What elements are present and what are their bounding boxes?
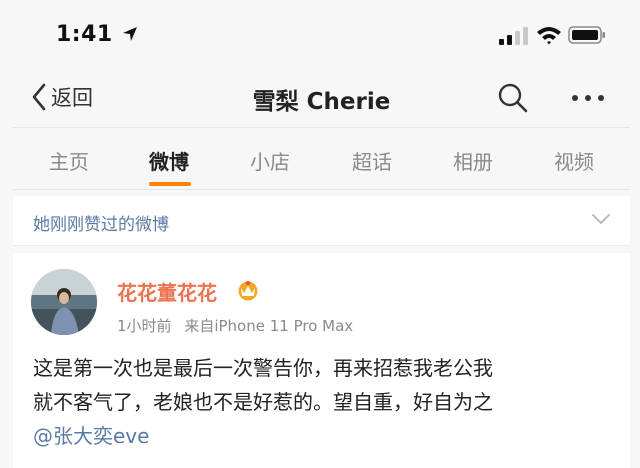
post-time: 1小时前 — [117, 317, 172, 335]
back-label: 返回 — [51, 86, 93, 110]
post-text-line: 这是第一次也是最后一次警告你，再来招惹我老公我 — [33, 356, 493, 380]
post-text: 这是第一次也是最后一次警告你，再来招惹我老公我 就不客气了，老娘也不是好惹的。望… — [33, 351, 618, 453]
wifi-icon — [537, 27, 561, 45]
tab-weibo[interactable]: 微博 — [149, 146, 189, 175]
post-source: 来自iPhone 11 Pro Max — [184, 317, 354, 335]
post-text-line: 就不客气了，老娘也不是好惹的。望自重，好自为之 — [33, 390, 493, 414]
status-bar: 1:41 — [13, 0, 630, 68]
post-username[interactable]: 花花董花花 — [117, 277, 217, 306]
active-tab-indicator — [149, 182, 191, 186]
back-button[interactable]: 返回 — [31, 80, 93, 114]
post-meta: 1小时前 来自iPhone 11 Pro Max — [117, 315, 353, 336]
vip-crown-icon — [238, 281, 258, 301]
location-arrow-icon — [123, 27, 137, 41]
back-chevron-icon — [32, 83, 46, 111]
signal-icon — [499, 27, 528, 45]
status-time: 1:41 — [56, 22, 113, 47]
weibo-post: 花花董花花 1小时前 来自iPhone 11 Pro Max 这是第一次也是最后… — [13, 253, 630, 468]
profile-tabs: 主页 微博 小店 超话 相册 视频 — [13, 129, 630, 190]
tab-home[interactable]: 主页 — [49, 146, 89, 175]
tab-album[interactable]: 相册 — [453, 146, 493, 175]
avatar-photo — [31, 269, 97, 335]
tab-supertopic[interactable]: 超话 — [352, 146, 392, 175]
page-title: 雪梨 Cherie — [252, 89, 391, 115]
phone-screen: 1:41 返回 雪梨 Cherie 主页 微博 小店 超话 相册 视频 她刚刚赞… — [13, 0, 630, 468]
avatar[interactable] — [31, 269, 97, 335]
nav-bar: 返回 雪梨 Cherie — [13, 68, 630, 128]
liked-section-header[interactable]: 她刚刚赞过的微博 — [13, 196, 630, 246]
tab-shop[interactable]: 小店 — [250, 146, 290, 175]
liked-section-label: 她刚刚赞过的微博 — [33, 215, 169, 235]
post-mention[interactable]: @张大奕eve — [33, 419, 618, 453]
chevron-down-icon[interactable] — [591, 212, 611, 226]
battery-icon — [568, 26, 605, 44]
search-icon[interactable] — [497, 82, 529, 114]
tab-video[interactable]: 视频 — [554, 146, 594, 175]
more-icon[interactable] — [568, 82, 608, 114]
